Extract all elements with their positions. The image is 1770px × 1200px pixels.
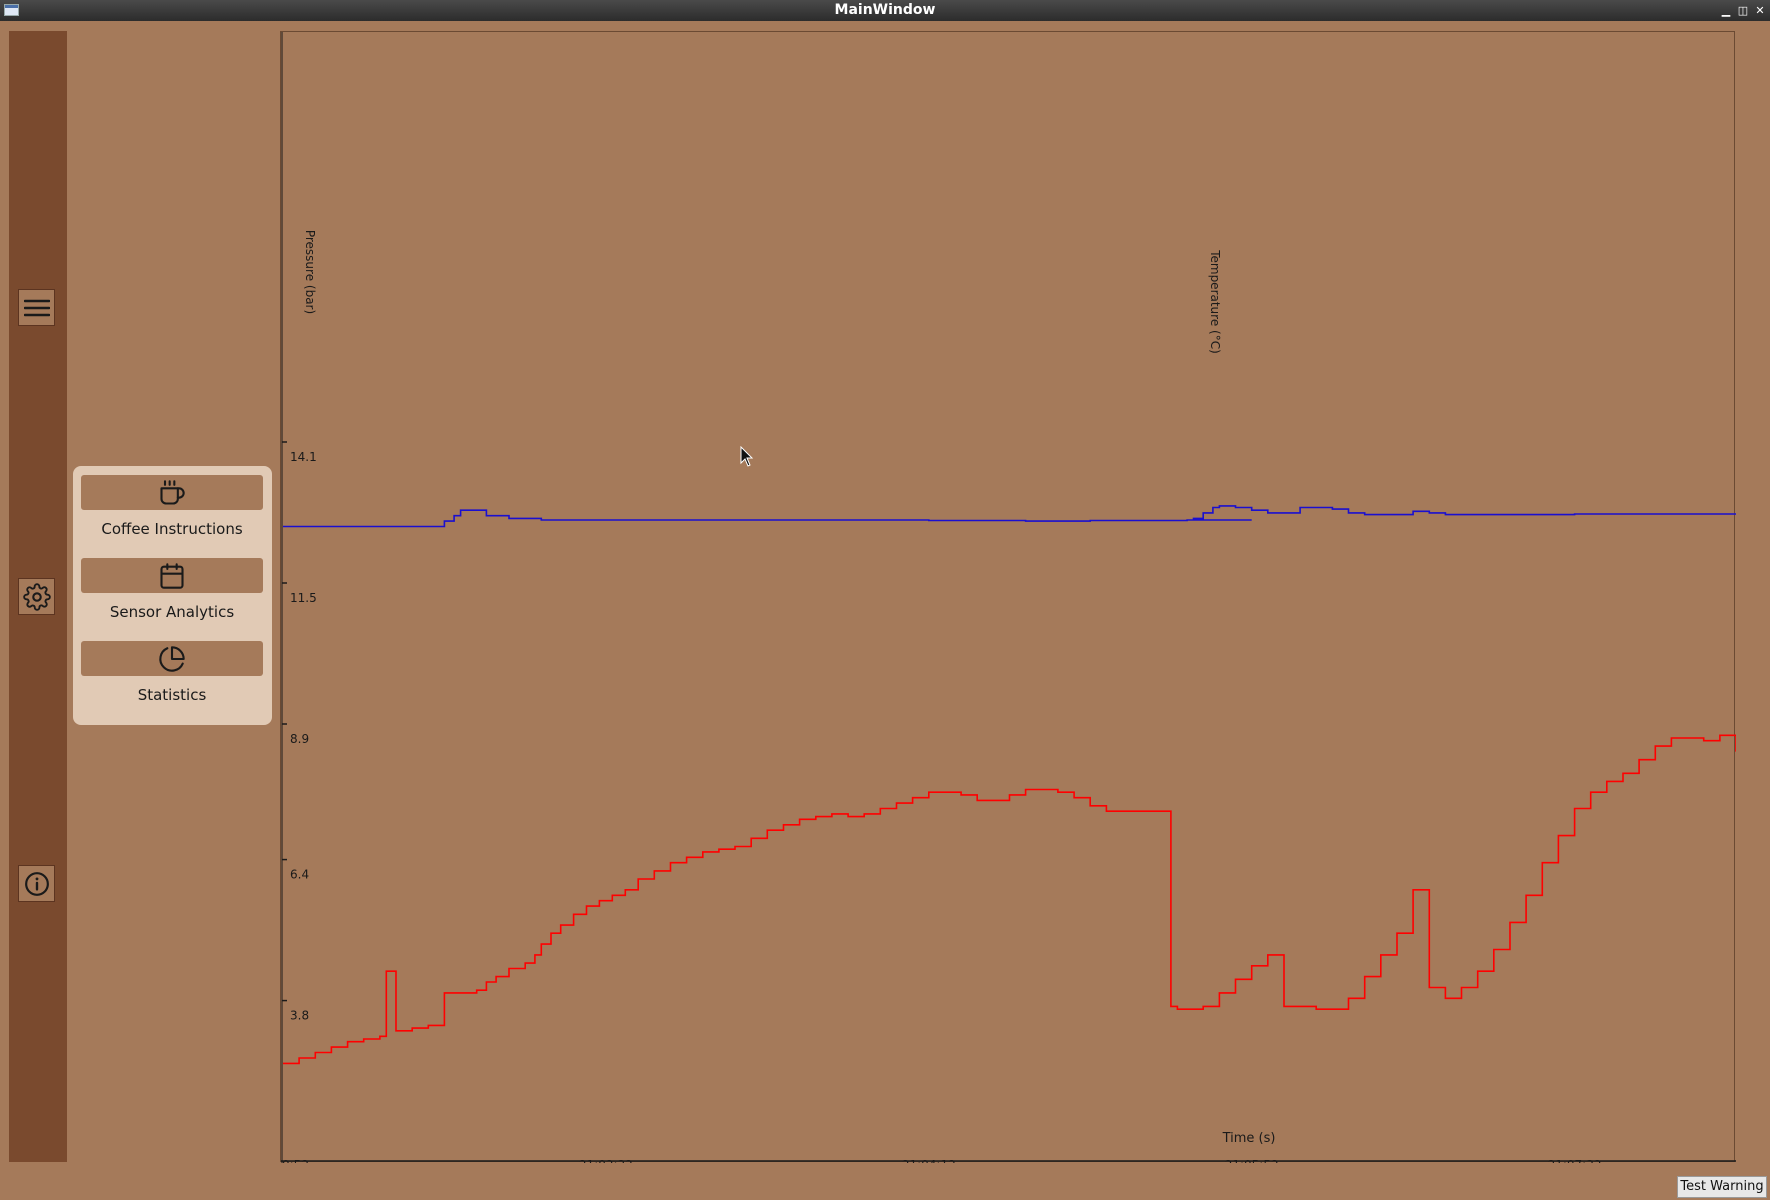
x-tick-label: 21:05:52 <box>1225 1158 1279 1163</box>
sensor-analytics-button[interactable] <box>81 558 263 593</box>
y-tick-label: 3.8 <box>290 1009 309 1023</box>
minimize-icon[interactable]: ▁ <box>1718 0 1734 21</box>
y-tick-label: 6.4 <box>290 868 309 882</box>
gear-icon <box>22 582 51 611</box>
x-axis-label: Time (s) <box>1222 1131 1276 1146</box>
menu-item-statistics[interactable]: Statistics <box>81 641 263 704</box>
test-warning-button[interactable]: Test Warning <box>1677 1176 1767 1198</box>
menu-item-label: Sensor Analytics <box>109 603 235 621</box>
window-titlebar: MainWindow ▁ ◫ ✕ <box>0 0 1770 21</box>
window-title: MainWindow <box>834 2 936 18</box>
maximize-icon[interactable]: ◫ <box>1735 0 1751 21</box>
x-tick-label: 21:07:32 <box>1548 1158 1602 1163</box>
calendar-icon <box>160 562 184 589</box>
menu-item-label: Coffee Instructions <box>101 520 243 538</box>
sensor-chart: 14.1 11.5 8.9 6.4 3.8 0:52 21:02:32 21:04:12 21… <box>281 32 1737 1172</box>
y-left-axis-label: Pressure (bar) <box>303 230 317 314</box>
x-tick-label: 21:02:32 <box>579 1158 633 1163</box>
close-icon[interactable]: ✕ <box>1752 0 1768 21</box>
y-tick-label: 14.1 <box>290 450 317 464</box>
x-tick-label: 21:04:12 <box>902 1158 956 1163</box>
y-tick-label: 11.5 <box>290 591 317 605</box>
coffee-instructions-button[interactable] <box>81 475 263 510</box>
pie-chart-icon <box>159 645 185 672</box>
menu-item-label: Statistics <box>137 686 207 704</box>
y-tick-label: 8.9 <box>290 732 309 746</box>
info-icon <box>24 871 49 896</box>
menu-item-sensor-analytics[interactable]: Sensor Analytics <box>81 558 263 621</box>
menu-item-coffee-instructions[interactable]: Coffee Instructions <box>81 475 263 538</box>
statistics-button[interactable] <box>81 641 263 676</box>
hamburger-menu-icon <box>23 299 50 316</box>
left-sidebar <box>9 31 67 1162</box>
hamburger-menu-button[interactable] <box>18 289 55 326</box>
series-line-1 <box>283 734 1737 1065</box>
x-tick-label: 0:52 <box>282 1158 309 1163</box>
series-line-0 <box>283 505 1736 528</box>
mouse-cursor-icon <box>740 446 754 467</box>
sensor-chart-frame: 14.1 11.5 8.9 6.4 3.8 0:52 21:02:32 21:04:12 21… <box>280 31 1737 1172</box>
coffee-cup-icon <box>160 479 185 505</box>
settings-button[interactable] <box>18 578 55 615</box>
app-window-icon <box>4 4 19 16</box>
navigation-menu-panel: Coffee Instructions Sensor Analytics Sta… <box>73 466 272 725</box>
info-button[interactable] <box>18 865 55 902</box>
y-right-axis-label: Temperature (°C) <box>1208 249 1222 354</box>
